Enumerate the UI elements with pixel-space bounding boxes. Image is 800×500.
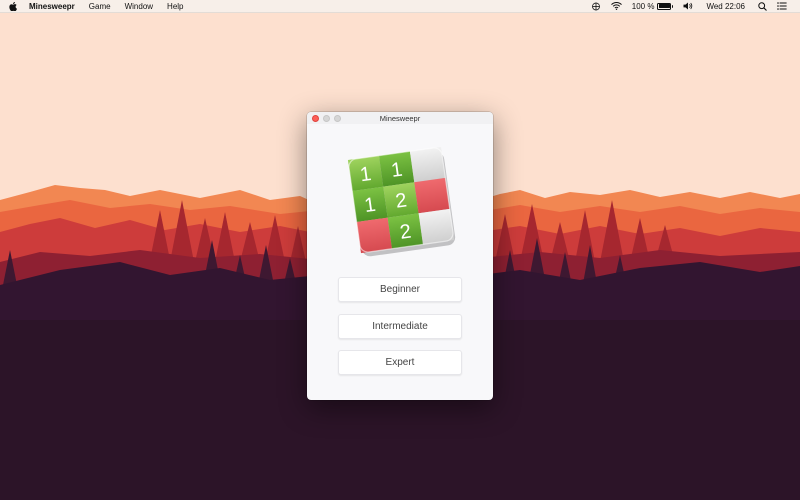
minesweeper-app-icon: 1 1 1 2 2 xyxy=(347,146,456,257)
beginner-button[interactable]: Beginner xyxy=(338,277,462,302)
list-glyph xyxy=(777,2,787,10)
icon-cell xyxy=(356,217,392,254)
cast-glyph xyxy=(591,2,600,10)
minimize-window-button[interactable] xyxy=(323,114,330,122)
menu-app-name[interactable]: Minesweepr xyxy=(26,0,82,13)
minesweepr-window: Minesweepr 1 1 1 2 2 Beginner Intermedia… xyxy=(307,112,493,400)
icon-cell xyxy=(414,177,450,214)
battery-percent: 100 % xyxy=(631,1,655,11)
apple-menu-icon[interactable] xyxy=(0,1,26,11)
menu-help[interactable]: Help xyxy=(160,0,190,13)
wifi-glyph xyxy=(610,2,622,10)
window-titlebar[interactable]: Minesweepr xyxy=(307,112,493,124)
intermediate-button[interactable]: Intermediate xyxy=(338,314,462,339)
speaker-glyph xyxy=(683,2,693,10)
battery-icon xyxy=(657,2,674,10)
icon-cell xyxy=(418,208,455,245)
zoom-window-button[interactable] xyxy=(334,114,341,122)
magnifier-glyph xyxy=(758,1,767,11)
menu-bar: Minesweepr Game Window Help 100 % Wed 22… xyxy=(0,0,800,13)
window-controls xyxy=(312,114,341,122)
icon-cell xyxy=(409,146,446,183)
apple-logo xyxy=(9,1,17,11)
cast-icon[interactable] xyxy=(586,2,606,11)
wifi-icon[interactable] xyxy=(606,2,627,10)
window-title: Minesweepr xyxy=(379,113,421,123)
expert-button[interactable]: Expert xyxy=(338,350,462,375)
battery-fill xyxy=(659,4,670,8)
clock[interactable]: Wed 22:06 xyxy=(698,2,753,11)
volume-icon[interactable] xyxy=(678,2,698,10)
spotlight-search-icon[interactable] xyxy=(753,1,772,11)
notification-center-icon[interactable] xyxy=(772,2,792,10)
menu-window[interactable]: Window xyxy=(118,0,160,13)
battery-status[interactable]: 100 % xyxy=(627,2,679,11)
close-window-button[interactable] xyxy=(312,114,319,122)
menu-game[interactable]: Game xyxy=(82,0,118,13)
